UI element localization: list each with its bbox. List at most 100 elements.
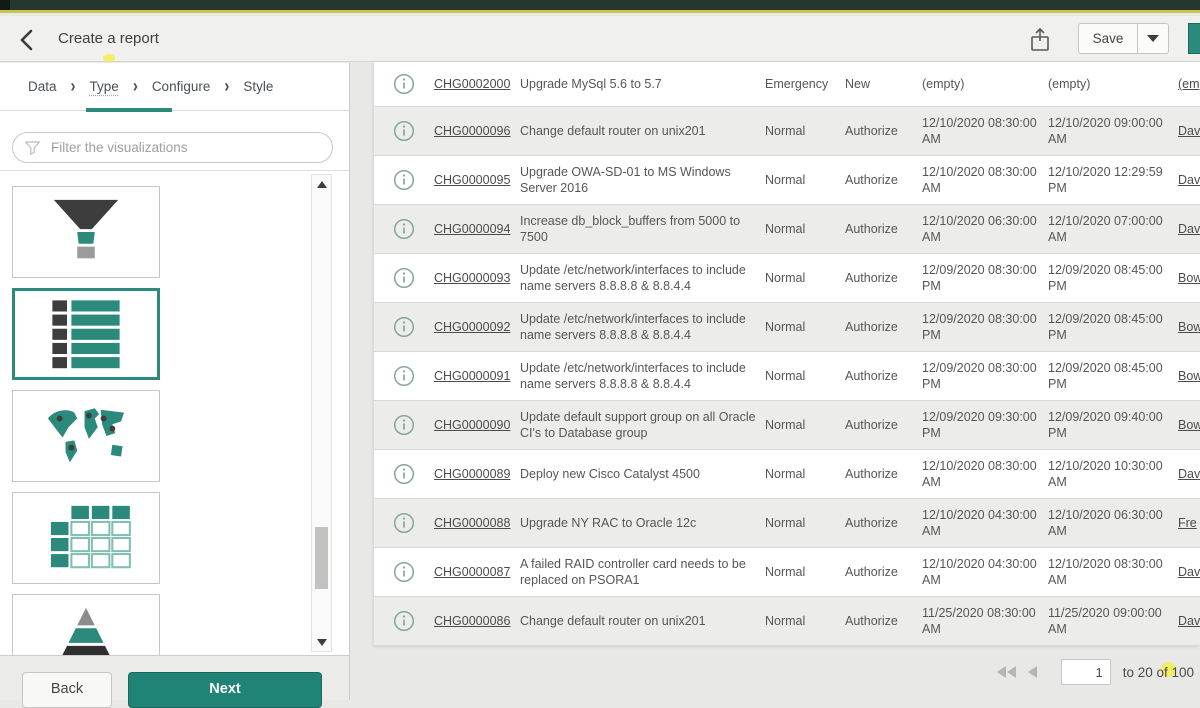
assigned-to-link[interactable]: Bow (1178, 417, 1200, 433)
change-number-link[interactable]: CHG0000087 (434, 564, 520, 580)
breadcrumb-chevron-icon: › (71, 76, 76, 96)
planned-end-date: 12/10/2020 06:30:00 AM (1048, 507, 1178, 540)
short-description: Increase db_block_buffers from 5000 to 7… (520, 213, 765, 246)
short-description: Deploy new Cisco Catalyst 4500 (520, 466, 765, 482)
short-description: Update default support group on all Orac… (520, 409, 765, 442)
wizard-footer: Back Next (0, 655, 350, 700)
assigned-to-link[interactable]: Dav (1178, 564, 1200, 580)
info-icon[interactable] (393, 73, 415, 95)
info-icon[interactable] (393, 512, 415, 534)
planned-end-date: 12/09/2020 08:45:00 PM (1048, 262, 1178, 295)
info-icon[interactable] (393, 267, 415, 289)
short-description: Upgrade MySql 5.6 to 5.7 (520, 76, 765, 92)
filter-funnel-icon (24, 139, 41, 157)
filter-input[interactable] (41, 140, 332, 155)
pivot-table-icon (38, 500, 134, 576)
planned-start-date: 12/10/2020 04:30:00 AM (922, 556, 1048, 589)
change-type: Normal (765, 564, 845, 580)
assigned-to-link[interactable]: Dav (1178, 221, 1200, 237)
change-number-link[interactable]: CHG0000091 (434, 368, 520, 384)
change-number-link[interactable]: CHG0000089 (434, 466, 520, 482)
assigned-to-link[interactable]: Dav (1178, 123, 1200, 139)
wizard-step-configure[interactable]: Configure (152, 79, 211, 94)
change-number-link[interactable]: CHG0000094 (434, 221, 520, 237)
change-number-link[interactable]: CHG0000092 (434, 319, 520, 335)
partial-primary-button[interactable] (1188, 23, 1200, 54)
page-number-input[interactable] (1061, 659, 1111, 685)
assigned-to-link[interactable]: Dav (1178, 466, 1200, 482)
change-number-link[interactable]: CHG0000093 (434, 270, 520, 286)
visualization-option[interactable] (12, 492, 160, 584)
info-icon[interactable] (393, 365, 415, 387)
change-number-link[interactable]: CHG0000088 (434, 515, 520, 531)
short-description: Update /etc/network/interfaces to includ… (520, 360, 765, 393)
change-number-link[interactable]: CHG0000095 (434, 172, 520, 188)
short-description: Update /etc/network/interfaces to includ… (520, 311, 765, 344)
back-arrow-icon[interactable] (16, 28, 40, 52)
wizard-step-data[interactable]: Data (28, 79, 57, 94)
change-type: Normal (765, 319, 845, 335)
change-state: Authorize (845, 123, 922, 139)
save-button[interactable]: Save (1078, 23, 1138, 54)
info-icon[interactable] (393, 169, 415, 191)
change-number-link[interactable]: CHG0000096 (434, 123, 520, 139)
page-title: Create a report (58, 30, 159, 47)
wizard-step-type[interactable]: Type (90, 79, 119, 94)
change-state: Authorize (845, 172, 922, 188)
planned-end-date: 12/10/2020 09:00:00 AM (1048, 115, 1178, 148)
scrollbar[interactable] (311, 174, 332, 652)
visualization-option[interactable] (12, 390, 160, 482)
change-number-link[interactable]: CHG0000086 (434, 613, 520, 629)
assigned-to-link[interactable]: (em (1178, 76, 1200, 92)
info-icon[interactable] (393, 463, 415, 485)
next-button[interactable]: Next (128, 672, 322, 708)
planned-start-date: 12/09/2020 09:30:00 PM (922, 409, 1048, 442)
share-icon[interactable] (1028, 27, 1052, 53)
assigned-to-link[interactable]: Dav (1178, 613, 1200, 629)
planned-start-date: 12/10/2020 08:30:00 AM (922, 164, 1048, 197)
table-row: CHG0000091 Update /etc/network/interface… (374, 352, 1200, 401)
planned-start-date: 12/10/2020 08:30:00 AM (922, 458, 1048, 491)
back-button[interactable]: Back (22, 672, 112, 708)
change-state: Authorize (845, 368, 922, 384)
info-icon[interactable] (393, 610, 415, 632)
change-number-link[interactable]: CHG0000090 (434, 417, 520, 433)
assigned-to-link[interactable]: Bow (1178, 270, 1200, 286)
funnel-chart-icon (38, 194, 134, 270)
table-row: CHG0000095 Upgrade OWA-SD-01 to MS Windo… (374, 156, 1200, 205)
info-icon[interactable] (393, 316, 415, 338)
scrollbar-thumb[interactable] (315, 527, 328, 589)
change-state: New (845, 76, 922, 92)
assigned-to-link[interactable]: Dav (1178, 172, 1200, 188)
change-state: Authorize (845, 319, 922, 335)
assigned-to-link[interactable]: Bow (1178, 368, 1200, 384)
active-step-underline (86, 108, 172, 112)
short-description: Upgrade OWA-SD-01 to MS Windows Server 2… (520, 164, 765, 197)
first-page-button[interactable] (997, 666, 1016, 678)
short-description: Upgrade NY RAC to Oracle 12c (520, 515, 765, 531)
assigned-to-link[interactable]: Bow (1178, 319, 1200, 335)
info-icon[interactable] (393, 120, 415, 142)
assigned-to-link[interactable]: Fre (1178, 515, 1200, 531)
previous-page-button[interactable] (1028, 666, 1037, 678)
visualization-option[interactable] (12, 186, 160, 278)
planned-end-date: 12/09/2020 08:45:00 PM (1048, 360, 1178, 393)
short-description: Change default router on unix201 (520, 613, 765, 629)
scroll-up-icon[interactable] (312, 175, 331, 193)
change-type: Normal (765, 515, 845, 531)
save-dropdown-button[interactable] (1138, 23, 1169, 54)
visualization-filter (12, 132, 333, 163)
visualization-option[interactable] (12, 594, 160, 655)
wizard-step-style[interactable]: Style (243, 79, 273, 94)
table-row: CHG0002000 Upgrade MySql 5.6 to 5.7 Emer… (374, 62, 1200, 107)
breadcrumb-chevron-icon: › (224, 76, 229, 96)
scroll-down-icon[interactable] (312, 633, 331, 651)
change-number-link[interactable]: CHG0002000 (434, 76, 520, 92)
visualization-option[interactable] (12, 288, 160, 380)
info-icon[interactable] (393, 218, 415, 240)
report-preview-table: CHG0002000 Upgrade MySql 5.6 to 5.7 Emer… (374, 62, 1200, 646)
change-type: Normal (765, 270, 845, 286)
info-icon[interactable] (393, 414, 415, 436)
change-state: Authorize (845, 417, 922, 433)
info-icon[interactable] (393, 561, 415, 583)
